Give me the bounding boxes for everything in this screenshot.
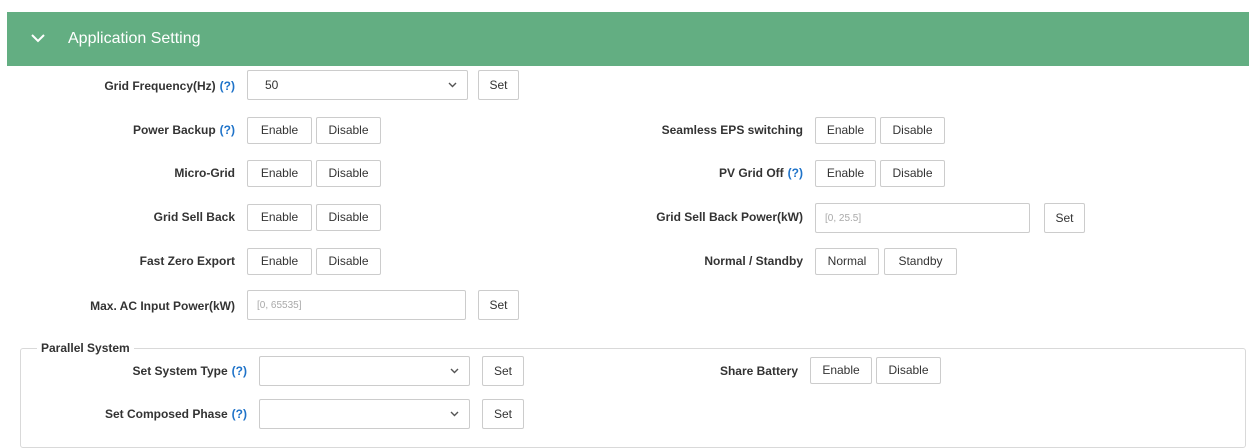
chevron-down-icon <box>450 411 459 417</box>
system-type-set-button[interactable]: Set <box>482 356 524 386</box>
grid-frequency-set-button[interactable]: Set <box>478 70 519 100</box>
pv-grid-off-enable-button[interactable]: Enable <box>815 160 876 187</box>
parallel-system-legend: Parallel System <box>37 340 134 356</box>
seamless-eps-label: Seamless EPS switching <box>661 123 803 137</box>
normal-standby-label: Normal / Standby <box>704 254 803 268</box>
standby-button[interactable]: Standby <box>884 248 957 275</box>
grid-frequency-select[interactable]: 50 <box>247 70 468 100</box>
grid-sell-back-power-label: Grid Sell Back Power(kW) <box>656 210 803 224</box>
help-icon[interactable]: (?) <box>220 123 235 137</box>
set-system-type-label: Set System Type (?) <box>132 364 247 378</box>
help-icon[interactable]: (?) <box>232 407 247 421</box>
application-setting-header[interactable]: Application Setting <box>7 12 1249 66</box>
grid-frequency-label: Grid Frequency(Hz) (?) <box>104 79 235 93</box>
grid-sell-back-label: Grid Sell Back <box>153 210 235 224</box>
power-backup-label: Power Backup (?) <box>132 123 235 137</box>
chevron-down-icon <box>450 368 459 374</box>
micro-grid-enable-button[interactable]: Enable <box>247 160 312 187</box>
help-icon[interactable]: (?) <box>232 364 247 378</box>
system-type-select[interactable] <box>259 356 470 386</box>
seamless-eps-enable-button[interactable]: Enable <box>815 117 876 144</box>
fast-zero-export-label: Fast Zero Export <box>139 254 235 268</box>
help-icon[interactable]: (?) <box>220 79 235 93</box>
composed-phase-select[interactable] <box>259 399 470 429</box>
max-ac-input-label: Max. AC Input Power(kW) <box>90 299 235 313</box>
pv-grid-off-label: PV Grid Off (?) <box>719 166 803 180</box>
power-backup-enable-button[interactable]: Enable <box>247 117 312 144</box>
help-icon[interactable]: (?) <box>788 166 803 180</box>
power-backup-disable-button[interactable]: Disable <box>316 117 381 144</box>
max-ac-input-set-button[interactable]: Set <box>478 290 519 320</box>
share-battery-disable-button[interactable]: Disable <box>876 357 941 384</box>
fast-zero-export-enable-button[interactable]: Enable <box>247 248 312 275</box>
grid-sell-back-power-field[interactable] <box>815 203 1030 233</box>
grid-sell-back-disable-button[interactable]: Disable <box>316 204 381 231</box>
grid-sell-back-power-set-button[interactable]: Set <box>1044 203 1085 233</box>
micro-grid-label: Micro-Grid <box>174 166 235 180</box>
pv-grid-off-disable-button[interactable]: Disable <box>880 160 945 187</box>
normal-button[interactable]: Normal <box>815 248 879 275</box>
grid-sell-back-enable-button[interactable]: Enable <box>247 204 312 231</box>
set-composed-phase-label: Set Composed Phase (?) <box>104 407 247 421</box>
chevron-down-icon <box>448 82 457 88</box>
max-ac-input-field[interactable] <box>247 290 466 320</box>
grid-frequency-value: 50 <box>265 78 279 92</box>
seamless-eps-disable-button[interactable]: Disable <box>880 117 945 144</box>
share-battery-label: Share Battery <box>719 364 798 378</box>
fast-zero-export-disable-button[interactable]: Disable <box>316 248 381 275</box>
section-title: Application Setting <box>68 30 201 47</box>
micro-grid-disable-button[interactable]: Disable <box>316 160 381 187</box>
chevron-down-icon <box>31 34 45 43</box>
share-battery-enable-button[interactable]: Enable <box>810 357 872 384</box>
composed-phase-set-button[interactable]: Set <box>482 399 524 429</box>
